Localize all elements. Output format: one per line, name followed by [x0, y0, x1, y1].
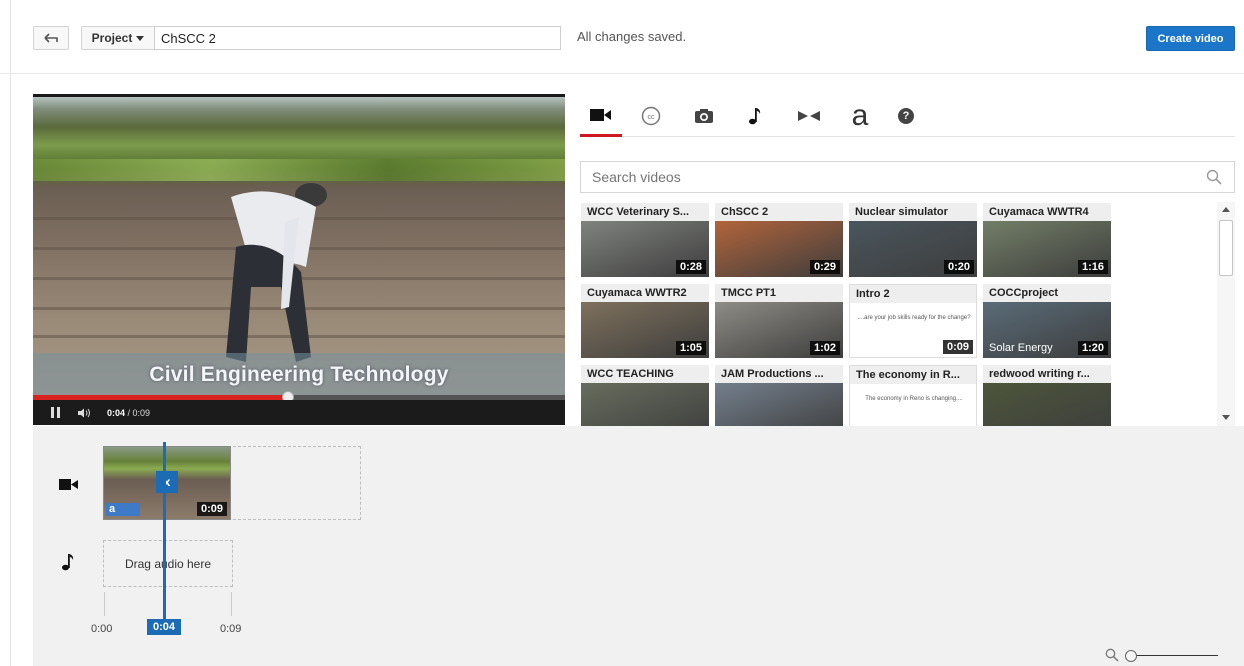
video-thumbnail[interactable]: The economy in R... The economy in Reno i… — [849, 365, 977, 426]
playhead[interactable] — [163, 442, 166, 625]
video-thumbnail-title: Nuclear simulator — [849, 203, 977, 221]
project-menu-label: Project — [91, 31, 133, 45]
playback-time: 0:04 / 0:09 — [107, 408, 150, 418]
audio-track-icon — [62, 554, 74, 571]
video-thumbnail-duration: 0:20 — [943, 260, 974, 274]
media-tabs: cc a ? — [580, 96, 1235, 137]
video-thumbnail-title: ChSCC 2 — [715, 203, 843, 221]
timeline-editor: a x 0:09 Drag audio here 0:00 0:09 0:04 — [33, 426, 1244, 666]
video-preview-player[interactable]: Civil Engineering Technology 0:04 / 0:09 — [33, 94, 565, 425]
video-thumbnail-duration: 1:20 — [1077, 341, 1108, 355]
zoom-icon — [1105, 648, 1119, 662]
video-thumbnail-title: WCC Veterinary S... — [581, 203, 709, 221]
create-video-button[interactable]: Create video — [1146, 26, 1235, 51]
video-thumbnail[interactable]: JAM Productions ... — [715, 365, 843, 426]
video-thumbnail[interactable]: WCC TEACHING — [581, 365, 709, 426]
video-library-grid: WCC Veterinary S... 0:28 ChSCC 2 0:29 Nuclea… — [580, 202, 1216, 426]
total-time: / 0:09 — [127, 407, 151, 418]
video-thumbnail-subtitle: ....are your job skills ready for the ch… — [857, 315, 971, 321]
remove-clip-button[interactable]: x — [156, 471, 178, 493]
scroll-down-arrow-icon[interactable] — [1222, 415, 1230, 420]
video-thumbnail-subtitle: The economy in Reno is changing.... — [865, 396, 963, 402]
back-button[interactable] — [33, 26, 69, 50]
video-thumbnail-title: Cuyamaca WWTR2 — [581, 284, 709, 302]
tab-text[interactable]: a — [839, 96, 881, 136]
video-thumbnail[interactable]: WCC Veterinary S... 0:28 — [581, 203, 709, 277]
chevron-down-icon — [136, 35, 145, 41]
save-status: All changes saved. — [577, 29, 687, 44]
text-overlay-badge[interactable]: a — [106, 503, 140, 516]
video-camera-icon — [590, 109, 611, 121]
video-caption: Civil Engineering Technology — [149, 363, 449, 386]
back-arrow-icon — [44, 33, 58, 43]
video-thumbnail[interactable]: Cuyamaca WWTR2 1:05 — [581, 284, 709, 358]
zoom-slider-handle[interactable] — [1125, 650, 1137, 662]
playhead-time: 0:04 — [147, 619, 181, 635]
player-controls: 0:04 / 0:09 — [33, 400, 565, 425]
video-thumbnail-title: TMCC PT1 — [715, 284, 843, 302]
time-ruler — [104, 592, 232, 616]
tab-videos[interactable] — [580, 96, 622, 137]
pause-icon[interactable] — [51, 407, 61, 418]
video-thumbnail-duration: 1:05 — [675, 341, 706, 355]
search-icon[interactable] — [1206, 169, 1222, 185]
video-thumbnail[interactable]: ChSCC 2 0:29 — [715, 203, 843, 277]
current-time: 0:04 — [107, 407, 126, 418]
svg-text:cc: cc — [648, 114, 656, 121]
left-border — [10, 0, 11, 666]
video-frame: Civil Engineering Technology — [33, 97, 565, 399]
video-thumbnail-duration: 0:09 — [942, 340, 973, 354]
timeline-video-clip[interactable]: a x 0:09 — [103, 446, 231, 520]
video-thumbnail-duration: 1:16 — [1077, 260, 1108, 274]
tab-audio[interactable] — [734, 96, 776, 136]
video-thumbnail-duration: 0:28 — [675, 260, 706, 274]
video-thumbnail-title: Intro 2 — [850, 285, 976, 303]
scroll-up-arrow-icon[interactable] — [1222, 207, 1230, 212]
video-track-icon — [59, 479, 78, 490]
scroll-thumb[interactable] — [1219, 220, 1233, 276]
tab-help[interactable]: ? — [885, 96, 927, 136]
video-thumbnail[interactable]: COCCproject Solar Energy 1:20 — [983, 284, 1111, 358]
video-thumbnail-title: redwood writing r... — [983, 365, 1111, 383]
editor-toolbar: Project All changes saved. Create video — [0, 0, 1244, 74]
video-search — [580, 161, 1235, 193]
zoom-slider-track[interactable] — [1135, 655, 1218, 656]
project-menu-button[interactable]: Project — [81, 26, 155, 50]
tab-captions[interactable]: cc — [630, 96, 672, 136]
video-thumbnail[interactable]: Intro 2 ....are your job skills ready for… — [849, 284, 977, 358]
music-note-icon — [749, 108, 761, 125]
ruler-end-label: 0:09 — [220, 623, 242, 635]
video-thumbnail[interactable]: Cuyamaca WWTR4 1:16 — [983, 203, 1111, 277]
camera-icon — [695, 109, 713, 123]
clip-duration: 0:09 — [196, 502, 227, 516]
video-thumbnail[interactable]: redwood writing r... — [983, 365, 1111, 426]
text-icon: a — [851, 99, 869, 132]
volume-icon[interactable] — [77, 408, 91, 418]
library-scrollbar[interactable] — [1217, 202, 1235, 426]
video-thumbnail-duration: 0:29 — [809, 260, 840, 274]
video-thumbnail-title: JAM Productions ... — [715, 365, 843, 383]
person-figure — [226, 183, 327, 362]
project-title-input[interactable] — [154, 26, 561, 50]
zoom-control — [1105, 648, 1225, 664]
video-thumbnail[interactable]: TMCC PT1 1:02 — [715, 284, 843, 358]
tab-transitions[interactable] — [788, 96, 830, 136]
transitions-icon — [798, 111, 820, 121]
video-thumbnail-duration: 1:02 — [809, 341, 840, 355]
search-input[interactable] — [581, 162, 1181, 192]
video-thumbnail-title: The economy in R... — [850, 366, 976, 384]
audio-dropzone[interactable]: Drag audio here — [103, 540, 233, 587]
video-thumbnail-title: Cuyamaca WWTR4 — [983, 203, 1111, 221]
tab-photos[interactable] — [683, 96, 725, 136]
video-thumbnail-title: COCCproject — [983, 284, 1111, 302]
closed-caption-icon: cc — [641, 106, 661, 126]
video-thumbnail-title: WCC TEACHING — [581, 365, 709, 383]
video-thumbnail[interactable]: Nuclear simulator 0:20 — [849, 203, 977, 277]
video-thumbnail-overlay-text: Solar Energy — [989, 342, 1053, 354]
help-icon: ? — [898, 108, 914, 124]
ruler-start-label: 0:00 — [91, 623, 113, 635]
